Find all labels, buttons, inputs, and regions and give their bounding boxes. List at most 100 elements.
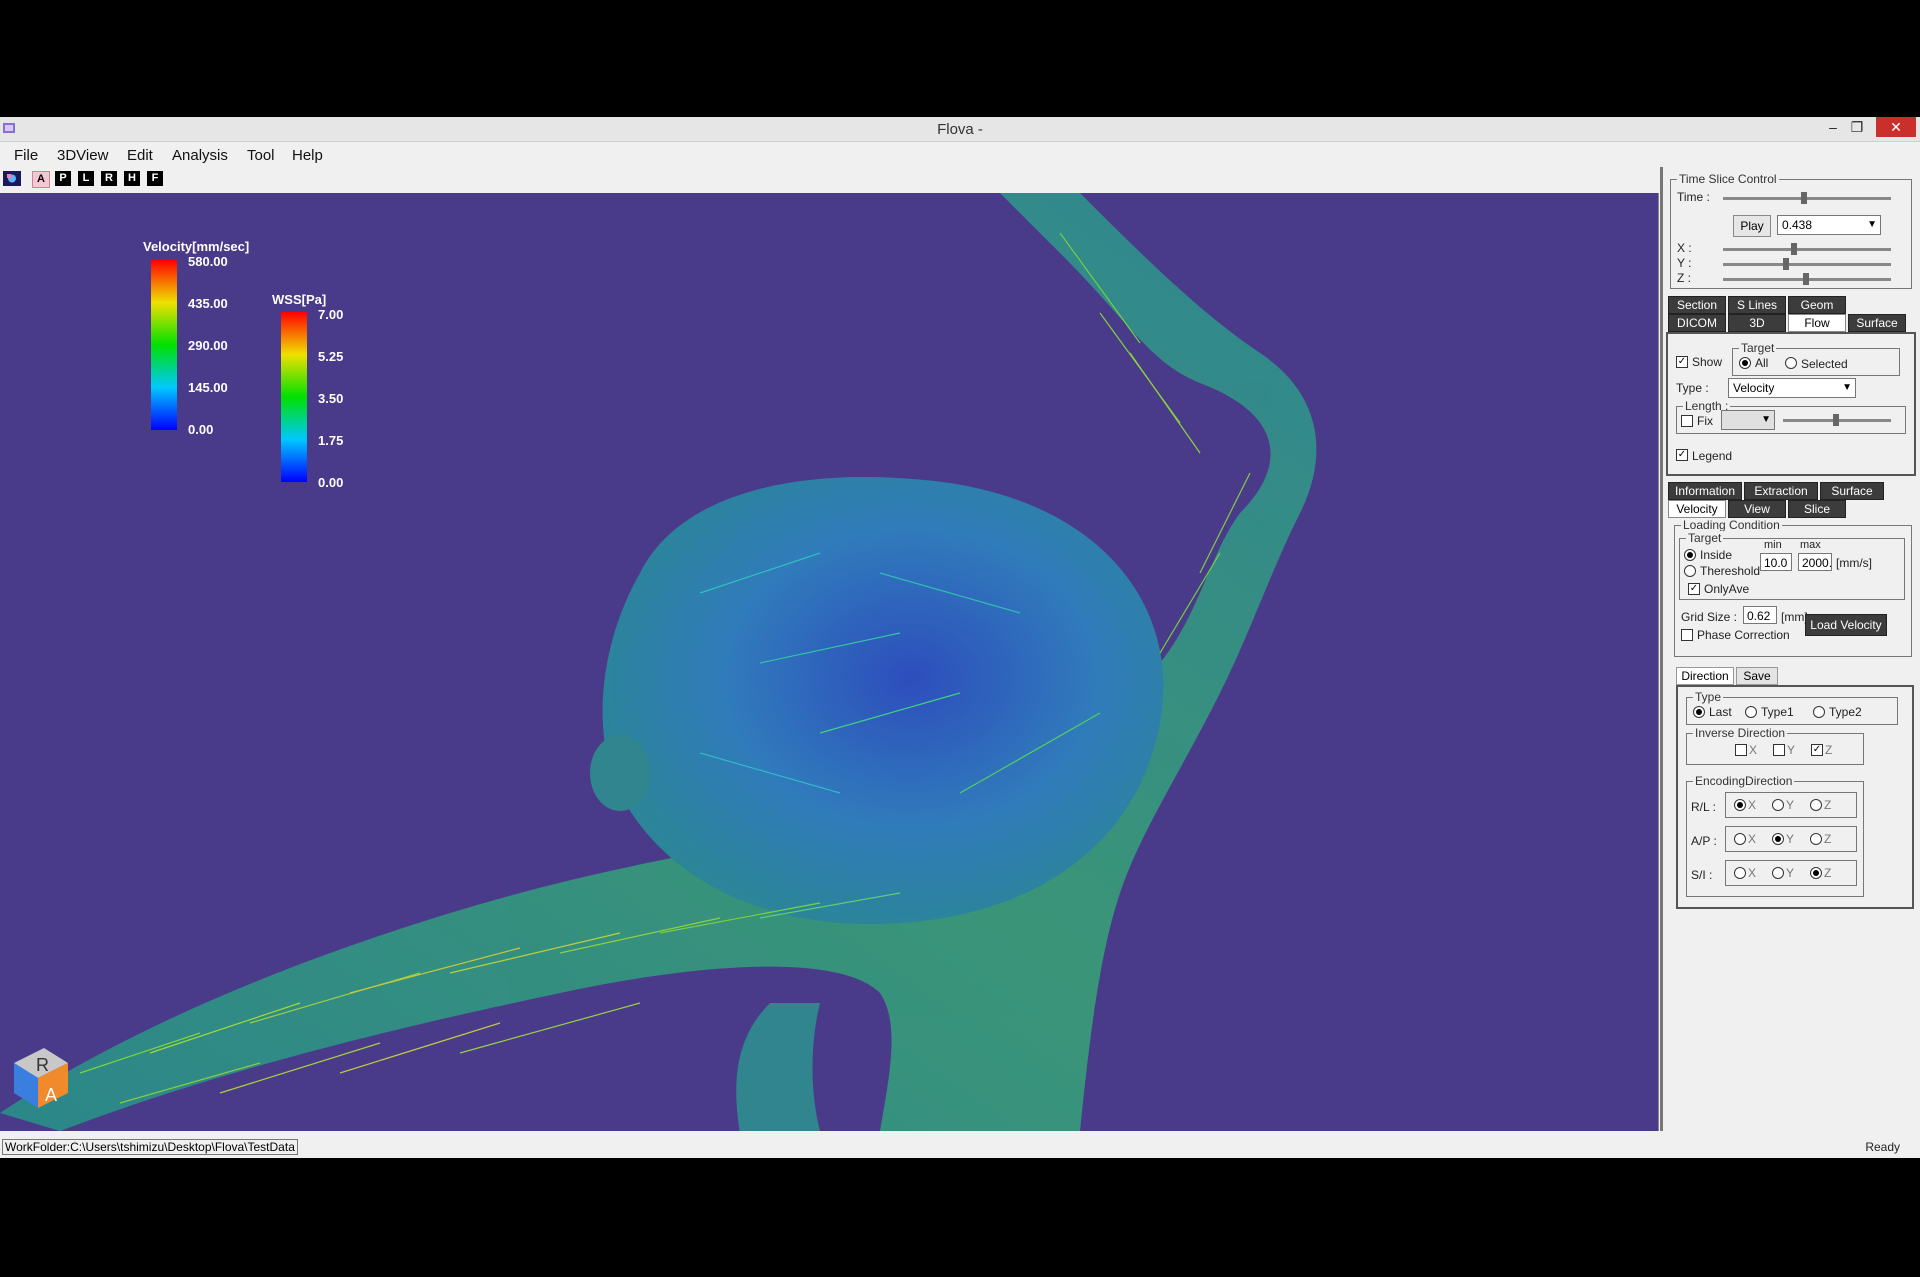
- type-type2-label: Type2: [1829, 705, 1862, 719]
- ap-y-radio[interactable]: [1772, 833, 1784, 845]
- tab-surface[interactable]: Surface: [1848, 314, 1906, 332]
- time-slider[interactable]: [1723, 192, 1891, 204]
- inverse-z-label: Z: [1825, 743, 1833, 757]
- menu-analysis[interactable]: Analysis: [172, 147, 228, 164]
- tab-section[interactable]: Section: [1668, 296, 1726, 314]
- show-label: Show: [1692, 355, 1723, 369]
- type-select[interactable]: Velocity ▼: [1728, 378, 1856, 398]
- tab-s-lines[interactable]: S Lines: [1728, 296, 1786, 314]
- view-l-button[interactable]: L: [78, 171, 94, 186]
- ap-y-label: Y: [1786, 832, 1795, 846]
- tab-flow[interactable]: Flow: [1788, 314, 1846, 332]
- velocity-tick: 145.00: [188, 380, 228, 395]
- type-type1-label: Type1: [1761, 705, 1794, 719]
- ap-x-radio[interactable]: [1734, 833, 1746, 845]
- tab-extraction[interactable]: Extraction: [1744, 482, 1818, 500]
- tab-slice[interactable]: Slice: [1788, 500, 1846, 518]
- type-type2-radio[interactable]: [1813, 706, 1825, 718]
- loading-condition-label: Loading Condition: [1681, 518, 1782, 532]
- close-button[interactable]: ✕: [1876, 117, 1916, 137]
- x-slider[interactable]: [1723, 243, 1891, 255]
- wss-tick: 7.00: [318, 307, 344, 322]
- target-selected-radio[interactable]: [1785, 357, 1797, 369]
- tab-information[interactable]: Information: [1668, 482, 1742, 500]
- target-all-radio[interactable]: [1739, 357, 1751, 369]
- view-h-button[interactable]: H: [124, 171, 140, 186]
- fix-checkbox[interactable]: [1681, 415, 1693, 427]
- time-select[interactable]: 0.438 ▼: [1777, 215, 1881, 235]
- si-z-label: Z: [1824, 866, 1832, 880]
- menu-help[interactable]: Help: [292, 147, 323, 164]
- phase-correction-checkbox[interactable]: [1681, 629, 1693, 641]
- wss-tick: 5.25: [318, 349, 344, 364]
- rl-z-label: Z: [1824, 798, 1832, 812]
- tab-surface-info[interactable]: Surface: [1820, 482, 1884, 500]
- status-bar: WorkFolder:C:\Users\tshimizu\Desktop\Flo…: [0, 1136, 1920, 1158]
- legend-checkbox[interactable]: ✓: [1676, 449, 1688, 461]
- chevron-down-icon: ▼: [1867, 219, 1877, 230]
- app-window: Flova - – ❐ ✕ File 3DView Edit Analysis …: [0, 117, 1920, 1158]
- menu-3dview[interactable]: 3DView: [57, 147, 108, 164]
- tab-save[interactable]: Save: [1736, 667, 1778, 685]
- phase-correction-label: Phase Correction: [1697, 628, 1790, 642]
- length-select[interactable]: ▼: [1721, 410, 1775, 430]
- time-value: 0.438: [1782, 218, 1813, 232]
- inverse-direction-group: Inverse Direction X Y ✓ Z: [1686, 726, 1864, 765]
- menu-edit[interactable]: Edit: [127, 147, 153, 164]
- menu-file[interactable]: File: [14, 147, 38, 164]
- min-input[interactable]: 10.0: [1760, 553, 1792, 571]
- length-slider[interactable]: [1783, 414, 1891, 426]
- type-type1-radio[interactable]: [1745, 706, 1757, 718]
- inverse-x-checkbox[interactable]: [1735, 744, 1747, 756]
- 3d-viewport[interactable]: R A Velocity[mm/sec] 580.00 435.00 290.0…: [0, 193, 1659, 1131]
- grid-size-label: Grid Size :: [1681, 610, 1738, 624]
- only-ave-checkbox[interactable]: ✓: [1688, 583, 1700, 595]
- tab-direction[interactable]: Direction: [1676, 667, 1734, 685]
- rl-y-radio[interactable]: [1772, 799, 1784, 811]
- inverse-y-checkbox[interactable]: [1773, 744, 1785, 756]
- si-y-radio[interactable]: [1772, 867, 1784, 879]
- ap-z-radio[interactable]: [1810, 833, 1822, 845]
- threshold-radio[interactable]: [1684, 565, 1696, 577]
- velocity-tick: 290.00: [188, 338, 228, 353]
- velocity-tick: 435.00: [188, 296, 228, 311]
- show-checkbox[interactable]: ✓: [1676, 356, 1688, 368]
- vessel-surface: [0, 193, 1317, 1131]
- rl-z-radio[interactable]: [1810, 799, 1822, 811]
- tab-view[interactable]: View: [1728, 500, 1786, 518]
- view-p-button[interactable]: P: [55, 171, 71, 186]
- rl-y-label: Y: [1786, 798, 1795, 812]
- restore-button[interactable]: ❐: [1842, 117, 1872, 137]
- encoding-direction-group: EncodingDirection R/L : X Y Z A/P : X Y: [1686, 774, 1864, 897]
- si-x-radio[interactable]: [1734, 867, 1746, 879]
- min-label: min: [1764, 539, 1782, 551]
- panel-splitter[interactable]: [1660, 167, 1663, 1131]
- grid-size-input[interactable]: 0.62: [1743, 606, 1777, 624]
- inverse-z-checkbox[interactable]: ✓: [1811, 744, 1823, 756]
- velocity-tick: 0.00: [188, 422, 214, 437]
- view-r-button[interactable]: R: [101, 171, 117, 186]
- menu-bar: File 3DView Edit Analysis Tool Help: [0, 142, 1920, 166]
- y-slider[interactable]: [1723, 258, 1891, 270]
- view-a-button[interactable]: A: [32, 171, 50, 188]
- tab-dicom[interactable]: DICOM: [1668, 314, 1726, 332]
- tab-velocity[interactable]: Velocity: [1668, 500, 1726, 518]
- play-button[interactable]: Play: [1733, 215, 1771, 237]
- tab-3d[interactable]: 3D: [1728, 314, 1786, 332]
- ap-options: X Y Z: [1725, 826, 1857, 852]
- z-slider[interactable]: [1723, 273, 1891, 285]
- loading-target-group: Target Inside Thereshold min max 10.0 20…: [1679, 531, 1905, 600]
- type-last-radio[interactable]: [1693, 706, 1705, 718]
- tab-geom[interactable]: Geom: [1788, 296, 1846, 314]
- camera-reset-icon[interactable]: [3, 171, 21, 186]
- menu-tool[interactable]: Tool: [247, 147, 275, 164]
- y-label: Y :: [1677, 256, 1692, 270]
- inside-radio[interactable]: [1684, 549, 1696, 561]
- si-z-radio[interactable]: [1810, 867, 1822, 879]
- title-bar: Flova - – ❐ ✕: [0, 117, 1920, 142]
- load-velocity-button[interactable]: Load Velocity: [1805, 614, 1887, 636]
- rl-x-radio[interactable]: [1734, 799, 1746, 811]
- view-f-button[interactable]: F: [147, 171, 163, 186]
- max-input[interactable]: 2000.: [1798, 553, 1832, 571]
- rl-x-label: X: [1748, 798, 1757, 812]
